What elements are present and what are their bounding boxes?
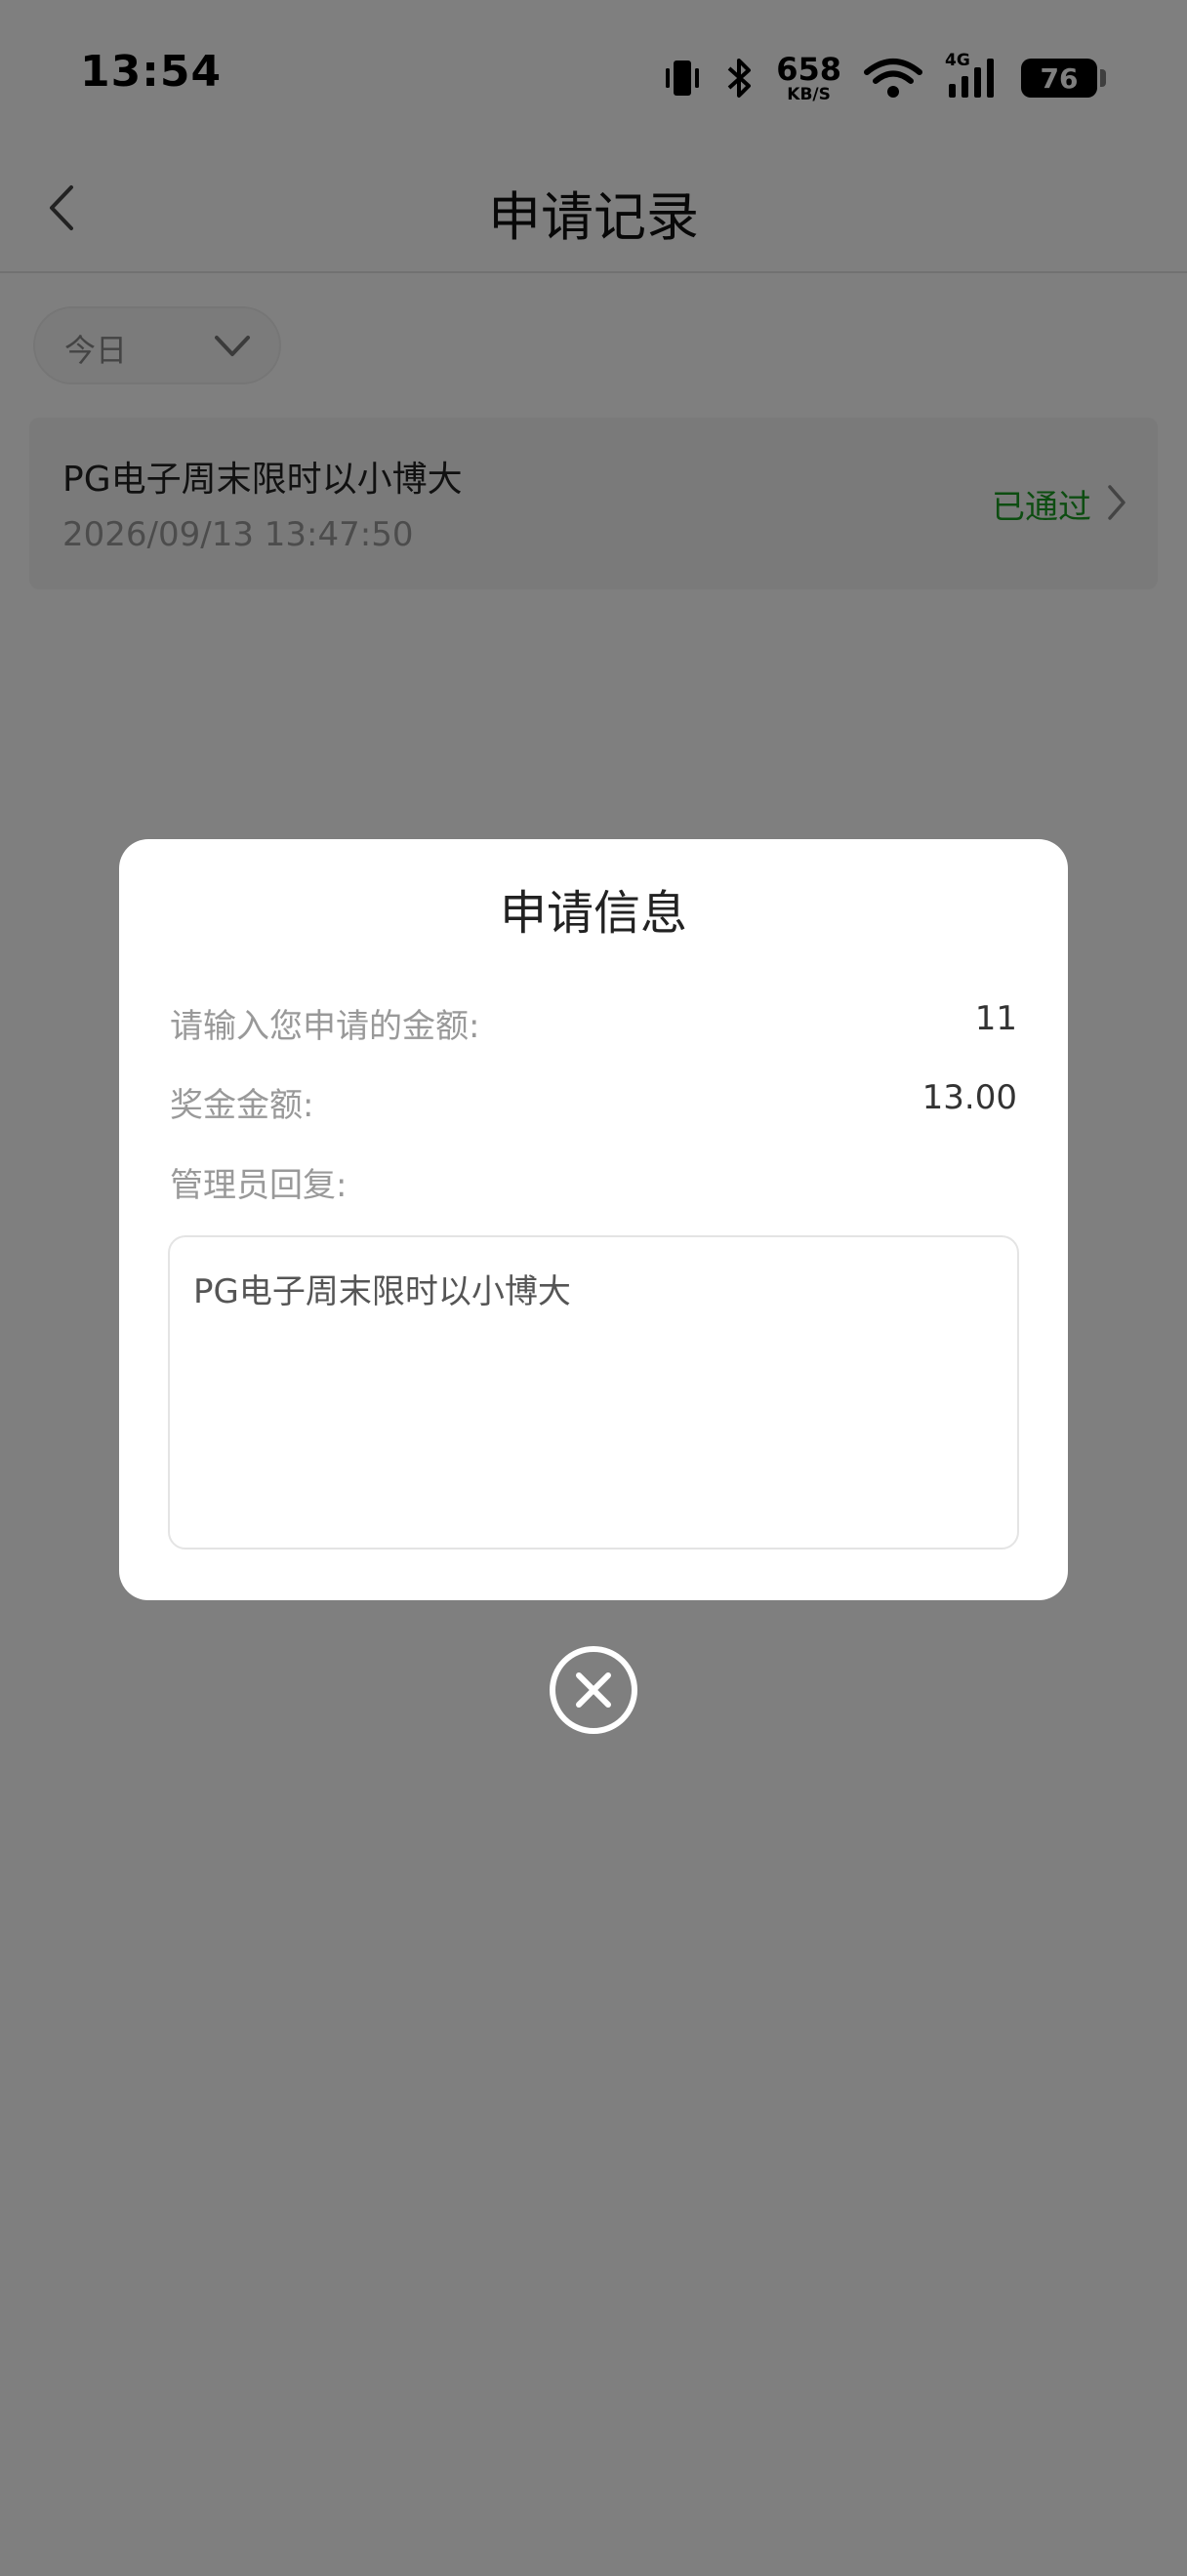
modal-title: 申请信息 xyxy=(499,886,687,941)
reply-row: 管理员回复: xyxy=(170,1158,1017,1207)
bonus-label: 奖金金额: xyxy=(170,1086,314,1125)
admin-reply-text: PG电子周末限时以小博大 xyxy=(193,1272,571,1311)
amount-value: 11 xyxy=(974,999,1017,1038)
close-circle-icon xyxy=(549,1645,638,1739)
bonus-value: 13.00 xyxy=(921,1078,1017,1117)
bonus-row: 奖金金额: 13.00 xyxy=(170,1078,1017,1127)
close-button[interactable] xyxy=(549,1645,638,1739)
reply-label: 管理员回复: xyxy=(170,1166,348,1205)
amount-label: 请输入您申请的金额: xyxy=(170,1007,480,1046)
amount-row: 请输入您申请的金额: 11 xyxy=(170,999,1017,1048)
application-info-modal: 申请信息 请输入您申请的金额: 11 奖金金额: 13.00 管理员回复: PG… xyxy=(119,839,1068,1600)
admin-reply-box: PG电子周末限时以小博大 xyxy=(168,1235,1019,1550)
page: 13:54 658 KB/S xyxy=(0,0,1187,2576)
